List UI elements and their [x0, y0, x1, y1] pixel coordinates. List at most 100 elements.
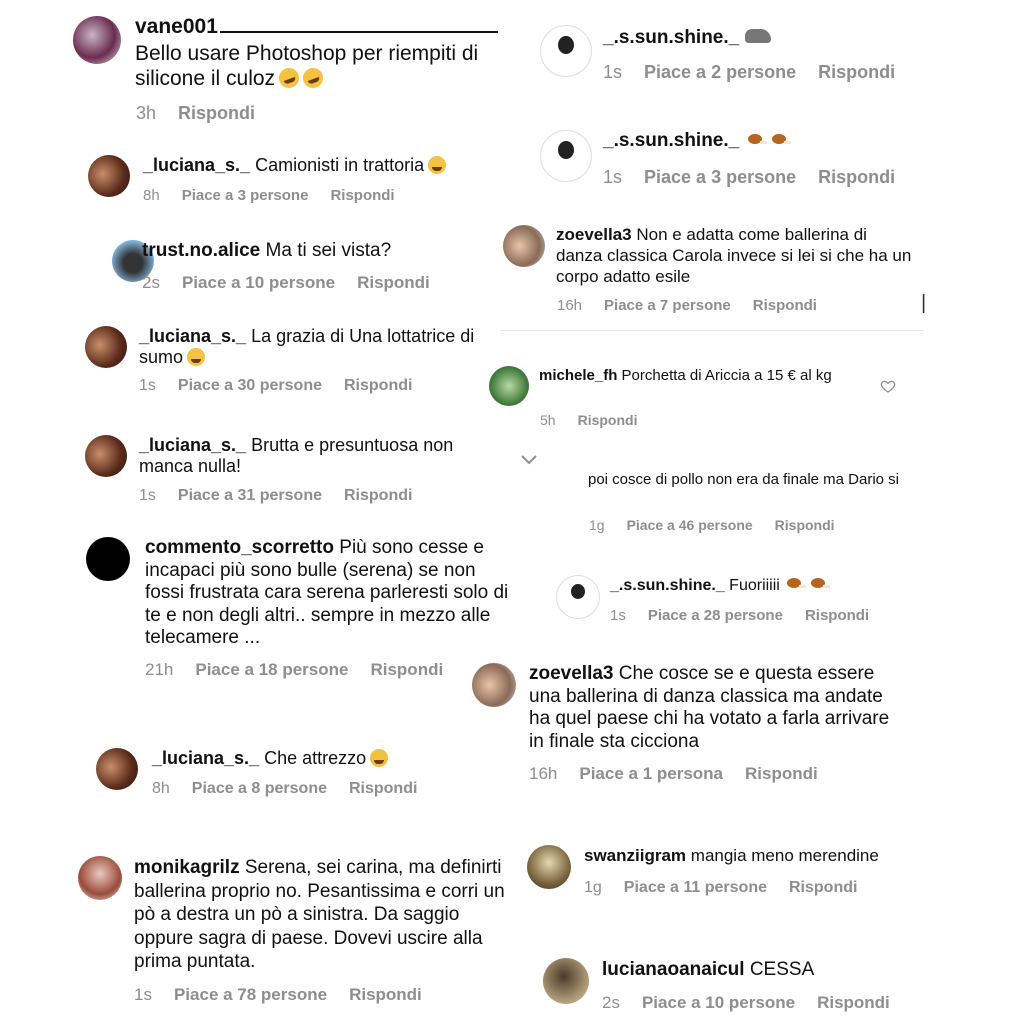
comment-username[interactable]: zoevella3 — [529, 663, 614, 684]
avatar[interactable] — [86, 537, 130, 581]
avatar[interactable] — [85, 326, 127, 368]
comment-username[interactable]: _luciana_s._ — [139, 435, 246, 455]
likes-count[interactable]: Piace a 3 persone — [182, 187, 309, 204]
comment-username[interactable]: trust.no.alice — [142, 240, 260, 261]
comment-meta: 2s Piace a 10 persone Rispondi — [602, 993, 912, 1013]
comment-username[interactable]: commento_scorretto — [145, 537, 334, 558]
comment-meta: 16h Piace a 1 persona Rispondi — [529, 764, 840, 784]
reply-button[interactable]: Rispondi — [789, 879, 857, 896]
comment-username[interactable]: michele_fh — [539, 367, 617, 384]
comment-line: zoevella3 Che cosce se e questa essere u… — [529, 663, 904, 753]
comment-meta: 1s Piace a 78 persone Rispondi — [134, 985, 444, 1005]
reply-button[interactable]: Rispondi — [344, 377, 412, 394]
heart-outline-icon[interactable] — [880, 378, 896, 394]
avatar[interactable] — [540, 130, 592, 182]
reply-button[interactable]: Rispondi — [818, 167, 895, 187]
avatar[interactable] — [556, 575, 600, 619]
comment-line: _luciana_s._ Brutta e presuntuosa non ma… — [139, 435, 489, 477]
comment-time: 1s — [139, 487, 156, 504]
comment-meta: 5h Rispondi — [540, 412, 659, 428]
comment-username[interactable]: _.s.sun.shine._ — [603, 27, 771, 49]
comment-meta: 8h Piace a 3 persone Rispondi — [143, 187, 417, 204]
comment-time: 1s — [603, 62, 623, 82]
reply-button[interactable]: Rispondi — [817, 993, 890, 1012]
avatar[interactable] — [78, 856, 122, 900]
likes-count[interactable]: Piace a 78 persone — [174, 985, 327, 1004]
comment-text: Che attrezzo — [264, 748, 367, 768]
reply-button[interactable]: Rispondi — [805, 607, 869, 624]
comment-username[interactable]: vane001 — [135, 15, 498, 40]
comment-time: 21h — [145, 660, 174, 679]
reply-button[interactable]: Rispondi — [775, 517, 835, 533]
reply-button[interactable]: Rispondi — [344, 487, 412, 504]
comment-username[interactable]: lucianaoanaicul — [602, 959, 745, 980]
likes-count[interactable]: Piace a 7 persone — [604, 297, 731, 314]
likes-count[interactable]: Piace a 1 persona — [579, 764, 723, 783]
reply-button[interactable]: Rispondi — [349, 985, 422, 1004]
likes-count[interactable]: Piace a 31 persone — [178, 487, 322, 504]
reply-button[interactable]: Rispondi — [578, 412, 638, 428]
likes-count[interactable]: Piace a 2 persone — [644, 62, 796, 82]
comment-time: 2s — [602, 993, 620, 1012]
reply-button[interactable]: Rispondi — [818, 62, 895, 82]
likes-count[interactable]: Piace a 10 persone — [642, 993, 795, 1012]
divider — [500, 330, 924, 331]
poultry-leg-icon — [747, 134, 767, 144]
avatar[interactable] — [73, 16, 121, 64]
avatar[interactable] — [527, 845, 571, 889]
likes-count[interactable]: Piace a 18 persone — [195, 660, 348, 679]
comment-username[interactable]: zoevella3 — [556, 225, 632, 244]
comment-username[interactable]: swanziigram — [584, 846, 686, 865]
avatar[interactable] — [543, 958, 589, 1004]
avatar[interactable] — [88, 155, 130, 197]
comment-time: 8h — [143, 187, 160, 204]
likes-count[interactable]: Piace a 10 persone — [182, 273, 335, 292]
reply-button[interactable]: Rispondi — [357, 273, 430, 292]
comment-meta: 2s Piace a 10 persone Rispondi — [142, 273, 452, 293]
likes-count[interactable]: Piace a 46 persone — [627, 517, 753, 533]
comment-username[interactable]: _.s.sun.shine._ — [610, 577, 725, 594]
comment-time: 1s — [139, 377, 156, 394]
comment-time: 2s — [142, 273, 160, 292]
avatar[interactable] — [96, 748, 138, 790]
tears-of-joy-face-icon — [187, 348, 206, 367]
reply-button[interactable]: Rispondi — [745, 764, 818, 783]
comment-username[interactable]: _luciana_s._ — [139, 326, 246, 346]
comment-text: Bello usare Photoshop per riempiti di si… — [135, 42, 479, 91]
comment-username[interactable]: _luciana_s._ — [152, 748, 259, 768]
avatar[interactable] — [489, 366, 529, 406]
likes-count[interactable]: Piace a 8 persone — [192, 780, 327, 797]
likes-count[interactable]: Piace a 3 persone — [644, 167, 796, 187]
avatar[interactable] — [540, 25, 592, 77]
comment-time: 1g — [584, 879, 602, 896]
comment-text: Ma ti sei vista? — [265, 240, 392, 261]
likes-count[interactable]: Piace a 30 persone — [178, 377, 322, 394]
comment-meta: 1s Piace a 3 persone Rispondi — [603, 167, 917, 188]
reply-button[interactable]: Rispondi — [178, 103, 255, 123]
comment-time: 1s — [603, 167, 623, 187]
comment-meta: 1g Piace a 11 persone Rispondi — [584, 879, 879, 897]
reply-button[interactable]: Rispondi — [349, 780, 417, 797]
chevron-down-icon[interactable] — [520, 454, 538, 466]
comment-meta: 16h Piace a 7 persone Rispondi — [557, 297, 839, 314]
reply-button[interactable]: Rispondi — [753, 297, 817, 314]
comment-time: 8h — [152, 780, 170, 797]
likes-count[interactable]: Piace a 11 persone — [624, 879, 767, 896]
comment-line: trust.no.alice Ma ti sei vista? — [142, 240, 391, 262]
likes-count[interactable]: Piace a 28 persone — [648, 607, 783, 624]
tears-of-joy-face-icon — [428, 156, 447, 174]
comment-username[interactable]: _.s.sun.shine._ — [603, 130, 793, 152]
comment-username[interactable]: monikagrilz — [134, 857, 240, 878]
comment-username[interactable]: _luciana_s._ — [143, 155, 250, 175]
comment-text: Fuoriiiii — [729, 577, 780, 594]
cursor-bar: | — [921, 292, 927, 314]
comment-line: zoevella3 Non e adatta come ballerina di… — [556, 224, 916, 287]
avatar[interactable] — [503, 225, 545, 267]
avatar[interactable] — [85, 435, 127, 477]
avatar[interactable] — [472, 663, 516, 707]
comment-time: 16h — [557, 297, 583, 314]
reply-button[interactable]: Rispondi — [330, 187, 394, 204]
comment-line: swanziigram mangia meno merendine — [584, 846, 879, 866]
comment-text: CESSA — [749, 959, 815, 980]
reply-button[interactable]: Rispondi — [370, 660, 443, 679]
